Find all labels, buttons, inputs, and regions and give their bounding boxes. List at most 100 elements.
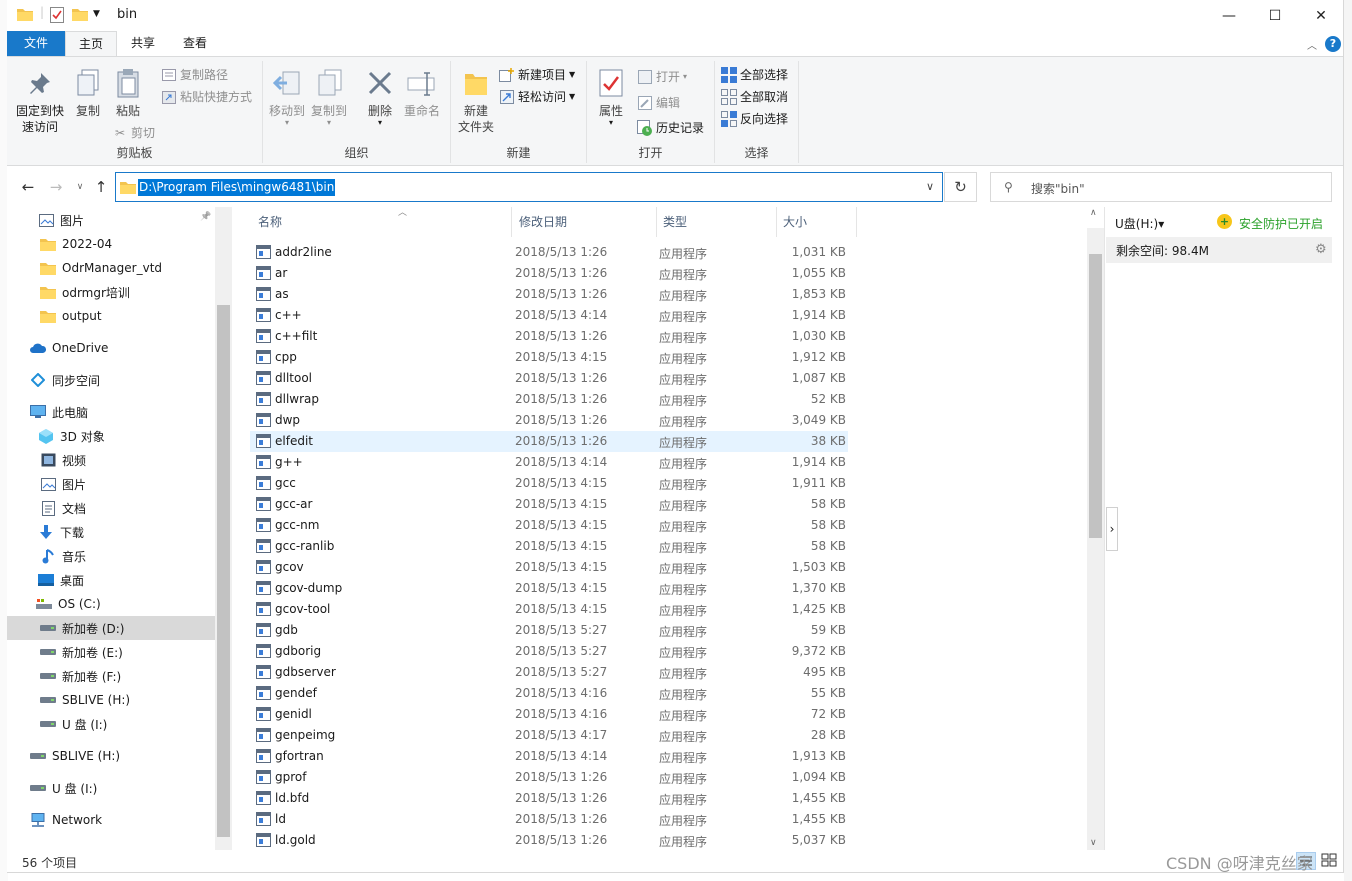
- nav-item[interactable]: 新加卷 (E:): [7, 640, 215, 664]
- open-button[interactable]: 打开 ▾: [637, 67, 687, 87]
- nav-item[interactable]: 视频: [7, 448, 215, 472]
- nav-item[interactable]: odrmgr培训: [7, 280, 215, 304]
- nav-item[interactable]: 2022-04: [7, 232, 215, 256]
- delete-button[interactable]: 删除 ▾: [361, 67, 399, 127]
- nav-item[interactable]: 图片: [7, 472, 215, 496]
- nav-item[interactable]: 此电脑: [7, 400, 215, 424]
- nav-item[interactable]: Network: [7, 808, 215, 832]
- tab-view[interactable]: 查看: [169, 31, 221, 56]
- back-arrow-icon[interactable]: ←: [17, 176, 39, 198]
- forward-arrow-icon[interactable]: →: [45, 176, 67, 198]
- nav-item[interactable]: 下载: [7, 520, 215, 544]
- new-folder-button[interactable]: 新建 文件夹: [453, 67, 499, 135]
- file-row[interactable]: cpp 2018/5/13 4:15 应用程序 1,912 KB: [250, 347, 848, 368]
- tab-home[interactable]: 主页: [65, 31, 117, 56]
- file-row[interactable]: g++ 2018/5/13 4:14 应用程序 1,914 KB: [250, 452, 848, 473]
- collapse-ribbon-icon[interactable]: ︿: [1307, 37, 1317, 52]
- file-row[interactable]: genpeimg 2018/5/13 4:17 应用程序 28 KB: [250, 725, 848, 746]
- file-row[interactable]: gendef 2018/5/13 4:16 应用程序 55 KB: [250, 683, 848, 704]
- search-input[interactable]: 搜索"bin": [1031, 180, 1085, 197]
- file-row[interactable]: gcc-nm 2018/5/13 4:15 应用程序 58 KB: [250, 515, 848, 536]
- nav-item[interactable]: 文档: [7, 496, 215, 520]
- nav-item[interactable]: OS (C:): [7, 592, 215, 616]
- file-row[interactable]: c++filt 2018/5/13 1:26 应用程序 1,030 KB: [250, 326, 848, 347]
- file-row[interactable]: gcov-dump 2018/5/13 4:15 应用程序 1,370 KB: [250, 578, 848, 599]
- copy-to-button[interactable]: 复制到 ▾: [309, 67, 349, 127]
- protection-status[interactable]: 安全防护已开启: [1239, 215, 1323, 232]
- tab-share[interactable]: 共享: [117, 31, 169, 56]
- gear-icon[interactable]: ⚙: [1315, 242, 1327, 257]
- file-list-scrollbar[interactable]: ∧ ∨: [1087, 208, 1104, 850]
- edit-button[interactable]: 编辑: [637, 93, 680, 113]
- nav-scrollbar-thumb[interactable]: [217, 305, 230, 837]
- file-list-scrollbar-thumb[interactable]: [1089, 254, 1102, 538]
- address-bar[interactable]: D:\Program Files\mingw6481\bin ∨: [115, 172, 943, 202]
- file-row[interactable]: gcc-ar 2018/5/13 4:15 应用程序 58 KB: [250, 494, 848, 515]
- file-row[interactable]: ld.gold 2018/5/13 1:26 应用程序 5,037 KB: [250, 830, 848, 850]
- copy-button[interactable]: 复制: [69, 67, 107, 119]
- nav-item[interactable]: OdrManager_vtd: [7, 256, 215, 280]
- properties-button[interactable]: 属性 ▾: [591, 67, 631, 127]
- history-button[interactable]: 历史记录: [637, 118, 704, 138]
- nav-item[interactable]: 图片 📌: [7, 208, 215, 232]
- file-row[interactable]: gprof 2018/5/13 1:26 应用程序 1,094 KB: [250, 767, 848, 788]
- file-row[interactable]: elfedit 2018/5/13 1:26 应用程序 38 KB: [250, 431, 848, 452]
- chevron-down-icon[interactable]: ∨: [926, 180, 934, 193]
- file-row[interactable]: dllwrap 2018/5/13 1:26 应用程序 52 KB: [250, 389, 848, 410]
- pinned-icon[interactable]: 📌: [200, 212, 211, 222]
- invert-selection-button[interactable]: 反向选择: [721, 109, 788, 129]
- nav-scrollbar[interactable]: [215, 207, 232, 850]
- paste-button[interactable]: 粘贴: [109, 67, 147, 119]
- select-none-button[interactable]: 全部取消: [721, 87, 788, 107]
- nav-item[interactable]: 新加卷 (F:): [7, 664, 215, 688]
- file-row[interactable]: gdbserver 2018/5/13 5:27 应用程序 495 KB: [250, 662, 848, 683]
- tab-file[interactable]: 文件: [7, 31, 65, 56]
- drive-selector[interactable]: U盘(H:)▾: [1115, 215, 1164, 232]
- file-row[interactable]: gfortran 2018/5/13 4:14 应用程序 1,913 KB: [250, 746, 848, 767]
- rename-button[interactable]: 重命名: [401, 67, 443, 119]
- column-type[interactable]: 类型: [657, 207, 777, 237]
- new-item-button[interactable]: 新建项目 ▼: [499, 65, 575, 85]
- file-row[interactable]: gdb 2018/5/13 5:27 应用程序 59 KB: [250, 620, 848, 641]
- pin-quick-access-button[interactable]: 固定到快 速访问: [11, 67, 69, 135]
- nav-item[interactable]: output: [7, 304, 215, 328]
- file-row[interactable]: dlltool 2018/5/13 1:26 应用程序 1,087 KB: [250, 368, 848, 389]
- nav-item[interactable]: 3D 对象: [7, 424, 215, 448]
- properties-qa-icon[interactable]: [50, 7, 64, 26]
- nav-item[interactable]: 新加卷 (D:): [7, 616, 215, 640]
- chevron-right-icon[interactable]: ›: [1106, 507, 1118, 551]
- up-arrow-icon[interactable]: ↑: [90, 176, 112, 198]
- file-row[interactable]: ar 2018/5/13 1:26 应用程序 1,055 KB: [250, 263, 848, 284]
- nav-item[interactable]: OneDrive: [7, 336, 215, 360]
- cut-button[interactable]: ✂ 剪切: [112, 123, 155, 143]
- file-row[interactable]: c++ 2018/5/13 4:14 应用程序 1,914 KB: [250, 305, 848, 326]
- move-to-button[interactable]: 移动到 ▾: [267, 67, 307, 127]
- file-row[interactable]: addr2line 2018/5/13 1:26 应用程序 1,031 KB: [250, 242, 848, 263]
- file-row[interactable]: genidl 2018/5/13 4:16 应用程序 72 KB: [250, 704, 848, 725]
- paste-shortcut-button[interactable]: 粘贴快捷方式: [161, 87, 252, 107]
- help-icon[interactable]: ?: [1325, 36, 1341, 52]
- file-row[interactable]: gcc-ranlib 2018/5/13 4:15 应用程序 58 KB: [250, 536, 848, 557]
- easy-access-button[interactable]: 轻松访问 ▼: [499, 87, 575, 107]
- select-all-button[interactable]: 全部选择: [721, 65, 788, 85]
- nav-item[interactable]: U 盘 (I:): [7, 776, 215, 800]
- address-path[interactable]: D:\Program Files\mingw6481\bin: [138, 179, 336, 196]
- nav-item[interactable]: U 盘 (I:): [7, 712, 215, 736]
- file-row[interactable]: gcc 2018/5/13 4:15 应用程序 1,911 KB: [250, 473, 848, 494]
- nav-item[interactable]: 桌面: [7, 568, 215, 592]
- column-date[interactable]: 修改日期: [513, 207, 657, 237]
- file-row[interactable]: gdborig 2018/5/13 5:27 应用程序 9,372 KB: [250, 641, 848, 662]
- new-folder-qa-icon[interactable]: [72, 7, 88, 24]
- nav-item[interactable]: 音乐: [7, 544, 215, 568]
- refresh-button[interactable]: ↻: [944, 172, 977, 202]
- nav-item[interactable]: SBLIVE (H:): [7, 688, 215, 712]
- search-box[interactable]: ⚲ 搜索"bin": [990, 172, 1332, 202]
- file-row[interactable]: as 2018/5/13 1:26 应用程序 1,853 KB: [250, 284, 848, 305]
- file-row[interactable]: gcov-tool 2018/5/13 4:15 应用程序 1,425 KB: [250, 599, 848, 620]
- column-size[interactable]: 大小: [777, 207, 857, 237]
- file-row[interactable]: ld.bfd 2018/5/13 1:26 应用程序 1,455 KB: [250, 788, 848, 809]
- copy-path-button[interactable]: 复制路径: [161, 65, 228, 85]
- nav-item[interactable]: SBLIVE (H:): [7, 744, 215, 768]
- customize-qa-dropdown-icon[interactable]: ▼: [93, 9, 100, 19]
- scroll-up-icon[interactable]: ∧: [1090, 208, 1097, 218]
